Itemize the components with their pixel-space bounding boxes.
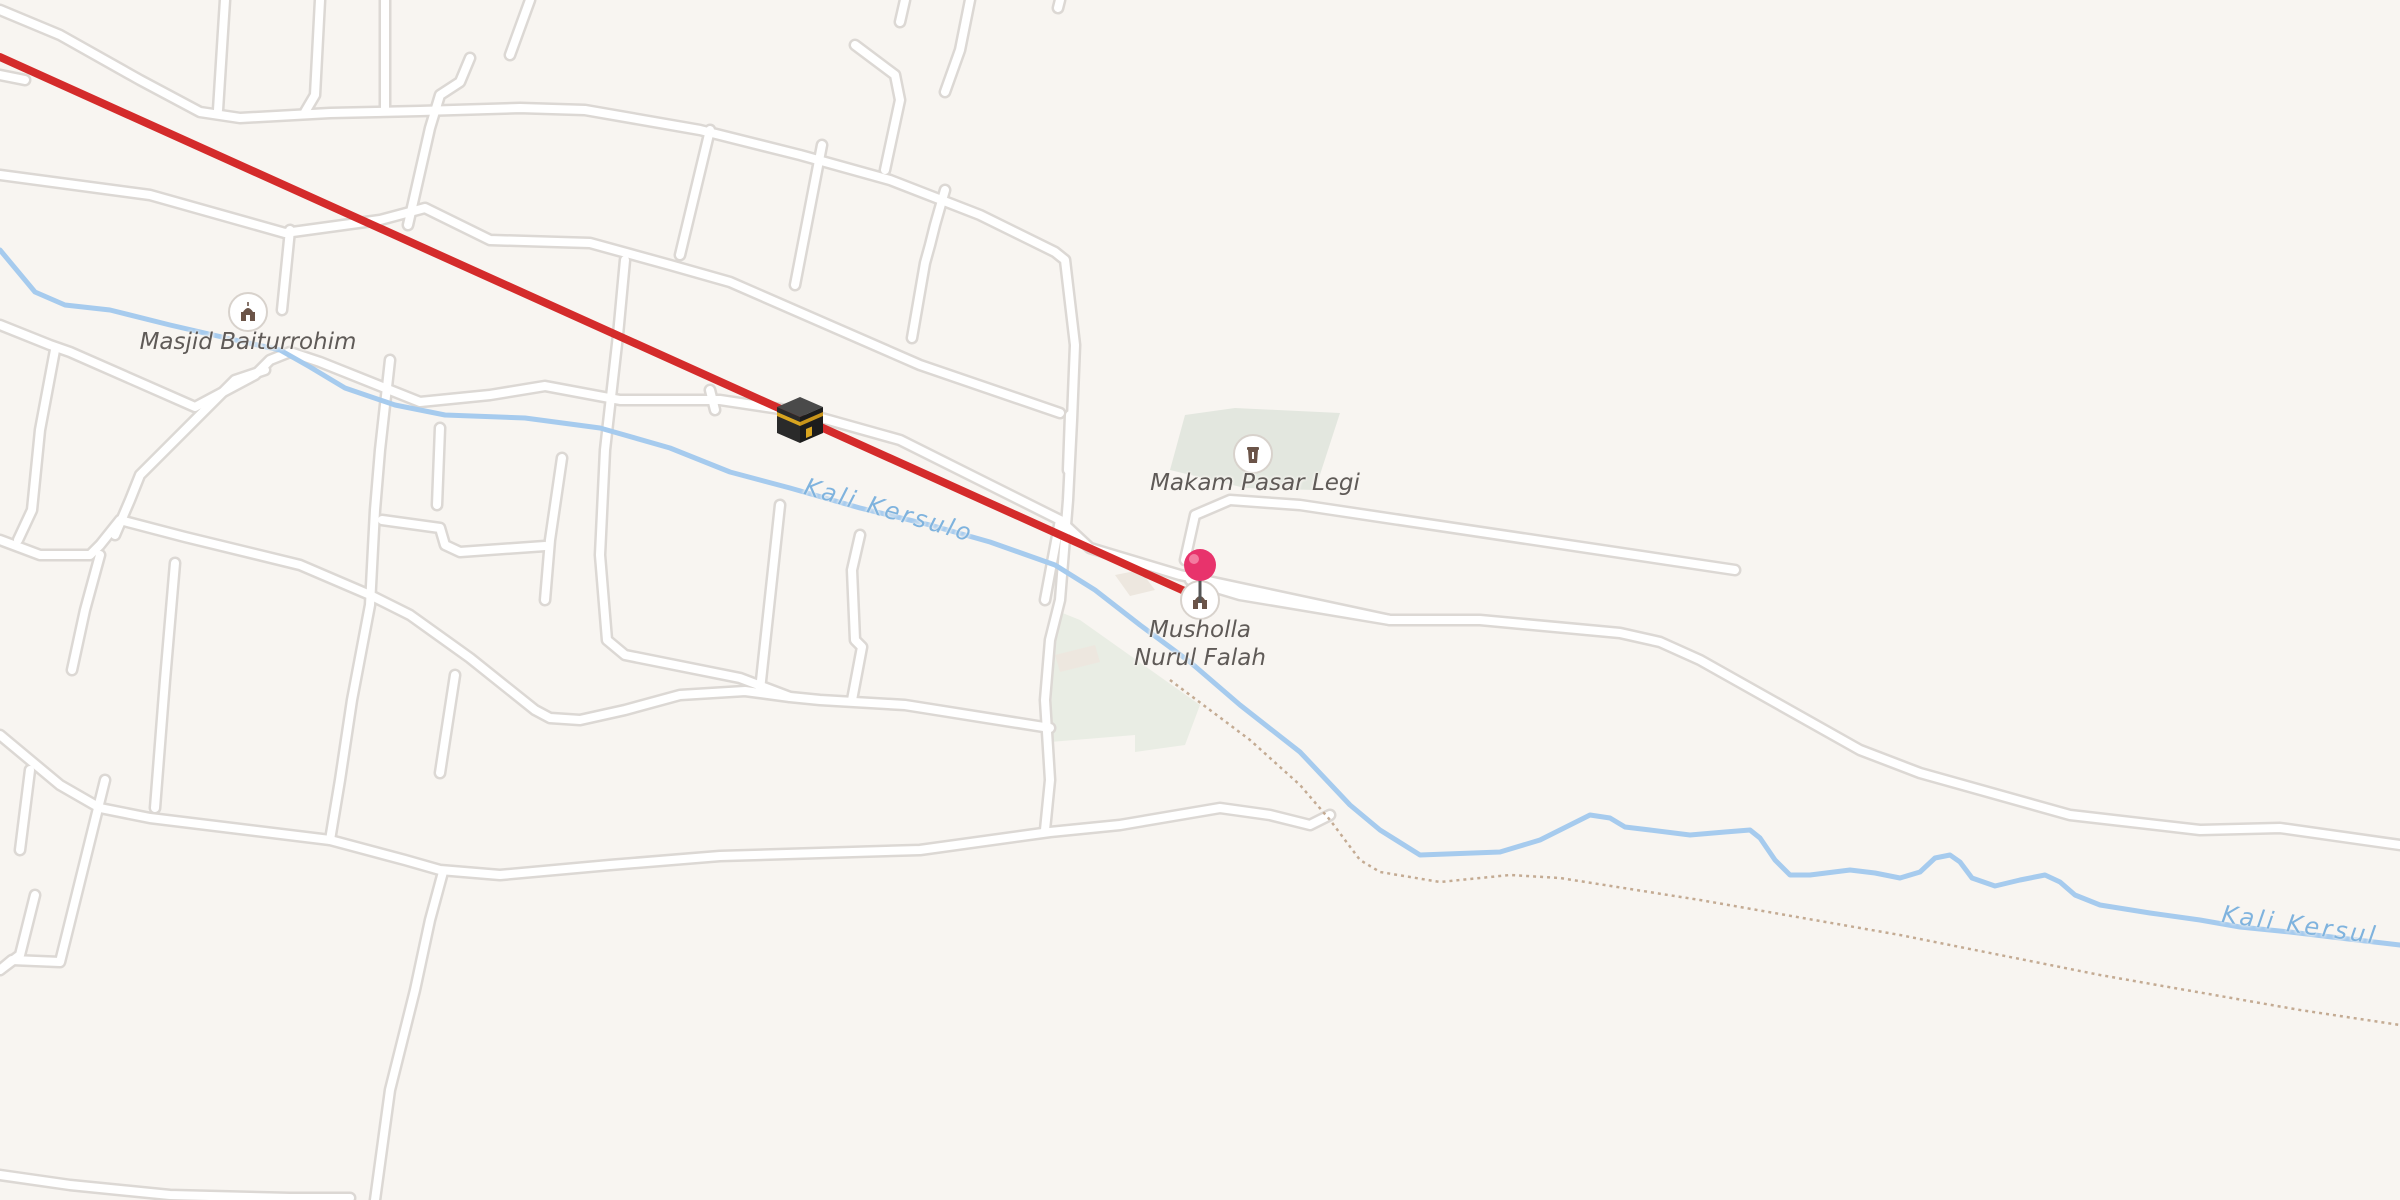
poi-label-line: Musholla <box>1149 617 1251 643</box>
poi-label-makam-pasar-legi: Makam Pasar Legi <box>1150 470 1360 496</box>
poi-label-masjid-baiturrohim: Masjid Baiturrohim <box>139 329 357 355</box>
map-pin-icon[interactable] <box>1180 547 1220 605</box>
poi-label-musholla-nurul-falah: Musholla Nurul Falah <box>1110 616 1290 672</box>
map-view[interactable]: Kali Kersulo Kali Kersul Masjid Baiturro… <box>0 0 2400 1200</box>
grave-icon[interactable] <box>1233 434 1273 474</box>
kaaba-icon[interactable] <box>773 393 827 447</box>
mosque-icon[interactable] <box>228 292 268 332</box>
poi-label-line: Nurul Falah <box>1134 645 1266 671</box>
footpath <box>1169 679 2400 1027</box>
